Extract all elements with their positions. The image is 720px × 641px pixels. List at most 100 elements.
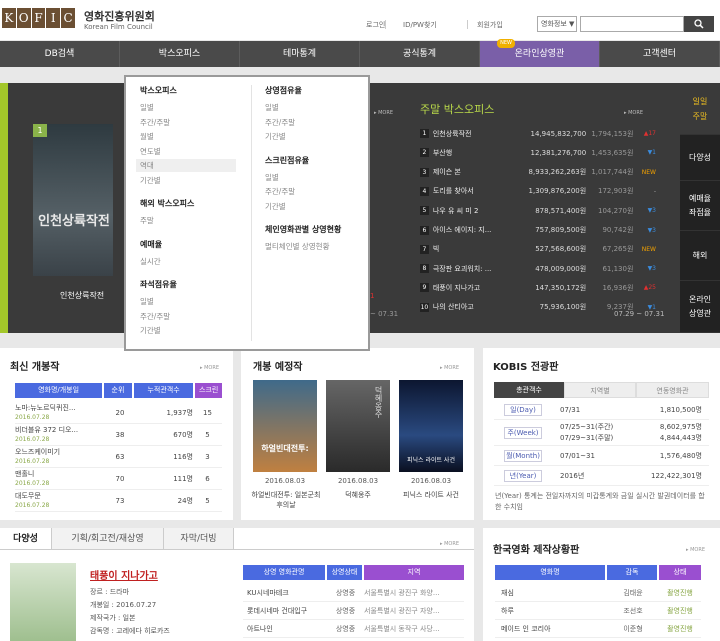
- dropdown-menu-item[interactable]: 주간/주말: [265, 186, 295, 197]
- nav-customer-center[interactable]: 고객센터: [600, 41, 720, 67]
- search-category-select[interactable]: 영화정보 ▼: [537, 16, 577, 32]
- cinema-name[interactable]: 아트나인: [243, 620, 327, 637]
- nav-box-office[interactable]: 박스오피스: [120, 41, 240, 67]
- weekend-more-link[interactable]: ▸ MORE: [624, 110, 643, 116]
- dropdown-menu-item[interactable]: 일별: [140, 102, 154, 113]
- dropdown-menu-item[interactable]: 기간별: [140, 325, 161, 336]
- dropdown-menu-item[interactable]: 멀티체인별 상영현황: [265, 241, 329, 252]
- nav-theme-stats[interactable]: 테마통계: [240, 41, 360, 67]
- upcoming-poster[interactable]: 하얼빈대전투:: [253, 380, 317, 472]
- upcoming-poster[interactable]: 덕혜옹주: [326, 380, 390, 472]
- movie-name[interactable]: 대도무문: [15, 492, 105, 501]
- diversity-poster[interactable]: [10, 563, 76, 641]
- search-button[interactable]: [684, 16, 714, 32]
- tab-retrospective[interactable]: 기획/회고전/재상영: [52, 528, 164, 549]
- dropdown-menu-item[interactable]: 주간/주말: [140, 117, 170, 128]
- tab-diversity-films[interactable]: 다양성: [0, 528, 52, 549]
- search-input[interactable]: [580, 16, 684, 32]
- dropdown-menu-item[interactable]: 주간/주말: [140, 311, 170, 322]
- tab-diversity[interactable]: 다양성: [680, 135, 720, 181]
- dropdown-menu-item[interactable]: 기간별: [140, 175, 161, 186]
- movie-name[interactable]: 메이드 인 코리아: [495, 620, 607, 637]
- nav-db-search[interactable]: DB검색: [0, 41, 120, 67]
- dropdown-menu-item[interactable]: 월별: [140, 131, 154, 142]
- table-row[interactable]: 맨홀니 2016.07.28 70 111명 6: [15, 468, 222, 490]
- dropdown-section-heading[interactable]: 예매율: [140, 239, 162, 250]
- rank-movie-name[interactable]: 아이스 에이지: 지...: [433, 225, 518, 235]
- movie-name[interactable]: 하루: [495, 602, 607, 619]
- nav-official-stats[interactable]: 공식통계: [360, 41, 480, 67]
- rank-row[interactable]: 5 나우 유 씨 미 2 878,571,400원 104,270원 ▼3: [420, 201, 656, 220]
- tab-subtitle-dubbing[interactable]: 자막/더빙: [164, 528, 234, 549]
- rank-row[interactable]: 1 인천상륙작전 14,945,832,700 1,794,153원 ▲17: [420, 124, 656, 143]
- dropdown-menu-item[interactable]: 실시간: [140, 256, 161, 267]
- rank-movie-name[interactable]: 제이슨 본: [433, 167, 518, 177]
- table-row[interactable]: 아트나인 상영중 서울특별시 동작구 사당...: [243, 620, 464, 638]
- new-release-more[interactable]: ▸ MORE: [200, 365, 219, 371]
- find-idpw-link[interactable]: ID/PW찾기: [403, 20, 437, 30]
- dropdown-section-heading[interactable]: 좌석점유율: [140, 279, 177, 290]
- dropdown-menu-item[interactable]: 기간별: [265, 201, 286, 212]
- weekly-more-link[interactable]: ▸ MORE: [374, 110, 393, 116]
- movie-poster[interactable]: [33, 124, 113, 276]
- table-row[interactable]: KU시네마테크 상영중 서울특별시 광진구 화양...: [243, 584, 464, 602]
- production-more[interactable]: ▸ MORE: [686, 547, 705, 553]
- upcoming-movie-title[interactable]: 피닉스 라이트 사건: [395, 490, 467, 500]
- tab-linked-cinema[interactable]: 연동영화관: [636, 382, 709, 398]
- cinema-name[interactable]: KU시네마테크: [243, 584, 327, 601]
- table-row[interactable]: 메이드 인 코리아 이준형 촬영진행: [495, 620, 701, 638]
- dropdown-section-heading[interactable]: 체인영화관별 상영현황: [265, 224, 341, 235]
- kofic-logo[interactable]: KOFIC: [2, 8, 76, 28]
- table-row[interactable]: 롯데시네마 건대입구 상영중 서울특별시 광진구 자양...: [243, 602, 464, 620]
- table-row[interactable]: 대도무문 2016.07.28 73 24명 5: [15, 490, 222, 512]
- upcoming-movie-title[interactable]: 하얼빈대전투: 일본군최후의날: [250, 490, 322, 510]
- diversity-film-title[interactable]: 태풍이 지나가고: [90, 567, 158, 582]
- table-row[interactable]: 재심 김태윤 촬영진행: [495, 584, 701, 602]
- rank-movie-name[interactable]: 극장판 요괴워치: ...: [433, 264, 518, 274]
- rank-row[interactable]: 3 제이슨 본 8,933,262,263원 1,017,744원 NEW: [420, 163, 656, 182]
- dropdown-section-heading[interactable]: 해외 박스오피스: [140, 198, 194, 209]
- rank-row[interactable]: 7 빅 527,568,600원 67,265원 NEW: [420, 240, 656, 259]
- cinema-name[interactable]: 롯데시네마 건대입구: [243, 602, 327, 619]
- rank-row[interactable]: 8 극장판 요괴워치: ... 478,009,000원 61,130원 ▼3: [420, 259, 656, 278]
- upcoming-more[interactable]: ▸ MORE: [440, 365, 459, 371]
- rank-movie-name[interactable]: 빅: [433, 244, 518, 254]
- dropdown-section-heading[interactable]: 스크린점유율: [265, 155, 309, 166]
- dropdown-menu-item[interactable]: 일별: [265, 102, 279, 113]
- rank-row[interactable]: 9 태풍이 지나가고 147,350,172원 16,936원 ▲25: [420, 278, 656, 297]
- signup-link[interactable]: 회원가입: [477, 20, 503, 30]
- rank-row[interactable]: 6 아이스 에이지: 지... 757,809,500원 90,742원 ▼3: [420, 221, 656, 240]
- rank-movie-name[interactable]: 태풍이 지나가고: [433, 283, 518, 293]
- tab-total[interactable]: 총관객수: [494, 382, 564, 398]
- rank-movie-name[interactable]: 인천상륙작전: [433, 129, 518, 139]
- table-row[interactable]: 하루 조선호 촬영진행: [495, 602, 701, 620]
- dropdown-menu-item[interactable]: 기간별: [265, 131, 286, 142]
- rank-row[interactable]: 2 부산행 12,381,276,700 1,453,635원 ▼1: [420, 143, 656, 162]
- rank-row[interactable]: 4 도리를 찾아서 1,309,876,200원 172,903원 -: [420, 182, 656, 201]
- dropdown-menu-item[interactable]: 주간/주말: [265, 117, 295, 128]
- dropdown-section-heading[interactable]: 상영점유율: [265, 85, 302, 96]
- dropdown-menu-item[interactable]: 일별: [265, 172, 279, 183]
- movie-name[interactable]: 비더블유 372 디오...: [15, 426, 105, 435]
- poster-title[interactable]: 인천상륙작전: [60, 290, 104, 301]
- movie-name[interactable]: 오느즈케이미기: [15, 448, 105, 457]
- upcoming-poster[interactable]: 피닉스 라이트 사건: [399, 380, 463, 472]
- dropdown-menu-item[interactable]: 연도별: [140, 146, 161, 157]
- movie-name[interactable]: 재심: [495, 584, 607, 601]
- upcoming-movie-title[interactable]: 덕혜옹주: [326, 490, 390, 500]
- dropdown-menu-item[interactable]: 역대: [140, 160, 154, 171]
- rank-movie-name[interactable]: 부산행: [433, 148, 518, 158]
- rank-movie-name[interactable]: 나우 유 씨 미 2: [433, 206, 518, 216]
- rank-movie-name[interactable]: 나의 산티아고: [433, 302, 518, 312]
- tab-online[interactable]: 온라인 상영관: [680, 281, 720, 333]
- table-row[interactable]: 오느즈케이미기 2016.07.28 63 116명 3: [15, 446, 222, 468]
- table-row[interactable]: 비더블유 372 디오... 2016.07.28 38 670명 5: [15, 424, 222, 446]
- tab-daily-weekend[interactable]: 일일 주말: [680, 83, 720, 135]
- rank-movie-name[interactable]: 도리를 찾아서: [433, 186, 518, 196]
- dropdown-menu-item[interactable]: 일별: [140, 296, 154, 307]
- tab-region[interactable]: 지역별: [564, 382, 636, 398]
- movie-name[interactable]: 맨홀니: [15, 470, 105, 479]
- table-row[interactable]: 노마:뉴노르딕퀴진... 2016.07.28 20 1,937명 15: [15, 402, 222, 424]
- tab-overseas[interactable]: 해외: [680, 231, 720, 281]
- login-link[interactable]: 로그인: [366, 20, 385, 30]
